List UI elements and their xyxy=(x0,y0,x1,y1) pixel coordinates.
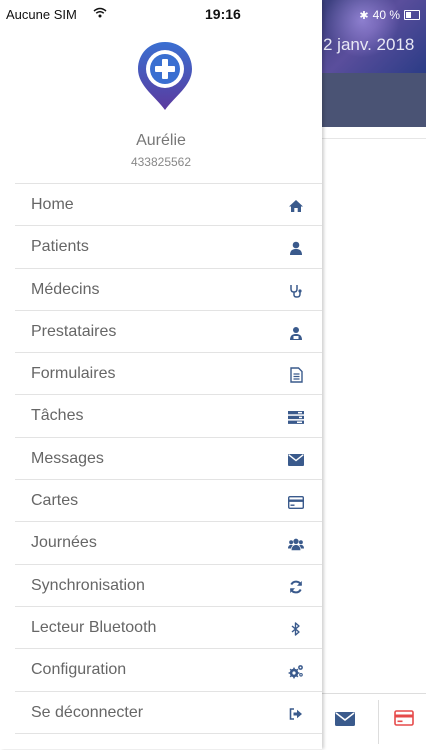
gears-icon xyxy=(288,663,304,679)
background-toolbar xyxy=(322,73,426,127)
stethoscope-icon xyxy=(288,283,304,299)
menu-item-patients[interactable]: Patients xyxy=(15,226,322,269)
user-id: 433825562 xyxy=(130,155,192,169)
menu-item-label: Home xyxy=(31,196,74,213)
bluetooth-icon xyxy=(288,621,304,637)
menu-item-medecins[interactable]: Médecins xyxy=(15,269,322,311)
menu-item-configuration[interactable]: Configuration xyxy=(15,649,322,692)
clock: 19:16 xyxy=(205,6,241,22)
menu-item-label: Médecins xyxy=(31,280,100,298)
home-icon xyxy=(288,198,304,214)
wifi-icon xyxy=(93,7,107,18)
credit-card-icon xyxy=(288,494,304,510)
menu-item-label: Tâches xyxy=(31,407,84,425)
menu-item-se-deconnecter[interactable]: Se déconnecter xyxy=(15,692,322,734)
drawer-menu: Home Patients Médecins Prestataires Form… xyxy=(15,183,322,734)
refresh-icon xyxy=(288,579,304,595)
battery-status: ✱ 40 % xyxy=(359,8,420,22)
background-divider xyxy=(322,138,426,139)
user-name: Aurélie xyxy=(136,132,186,149)
background-date: 2 janv. 2018 xyxy=(323,35,415,54)
menu-item-lecteur-bluetooth[interactable]: Lecteur Bluetooth xyxy=(15,607,322,650)
menu-item-journees[interactable]: Journées xyxy=(15,522,322,565)
users-icon xyxy=(288,536,304,552)
navigation-drawer: Aucune SIM 19:16 Aurélie 433825562 Home … xyxy=(0,0,322,749)
sign-out-icon xyxy=(288,706,304,722)
tasks-icon xyxy=(288,409,304,425)
menu-item-taches[interactable]: Tâches xyxy=(15,395,322,438)
menu-item-label: Formulaires xyxy=(31,365,116,383)
status-bar: Aucune SIM 19:16 xyxy=(0,0,322,22)
battery-icon xyxy=(404,10,420,20)
menu-item-label: Se déconnecter xyxy=(31,703,144,721)
menu-item-label: Configuration xyxy=(31,661,127,679)
app-logo xyxy=(136,40,194,112)
envelope-icon[interactable] xyxy=(335,712,355,726)
menu-item-label: Patients xyxy=(31,238,89,256)
menu-item-messages[interactable]: Messages xyxy=(15,438,322,481)
menu-item-label: Synchronisation xyxy=(31,576,145,594)
user-group-icon xyxy=(288,325,304,341)
document-icon xyxy=(288,367,304,383)
menu-item-label: Lecteur Bluetooth xyxy=(31,618,157,636)
battery-percent: 40 % xyxy=(372,8,400,22)
bluetooth-status-icon: ✱ xyxy=(359,9,369,22)
carrier-label: Aucune SIM xyxy=(6,7,77,22)
menu-item-prestataires[interactable]: Prestataires xyxy=(15,311,322,354)
menu-item-synchronisation[interactable]: Synchronisation xyxy=(15,565,322,607)
credit-card-icon[interactable] xyxy=(394,710,414,726)
menu-item-cartes[interactable]: Cartes xyxy=(15,480,322,523)
menu-item-label: Journées xyxy=(31,534,97,552)
envelope-icon xyxy=(288,452,304,468)
menu-item-label: Prestataires xyxy=(31,322,117,340)
menu-item-label: Messages xyxy=(31,449,104,467)
user-icon xyxy=(288,240,304,256)
menu-item-formulaires[interactable]: Formulaires xyxy=(15,353,322,396)
menu-item-home[interactable]: Home xyxy=(15,184,322,227)
background-bottom-bar xyxy=(322,693,426,750)
menu-item-label: Cartes xyxy=(31,492,79,510)
